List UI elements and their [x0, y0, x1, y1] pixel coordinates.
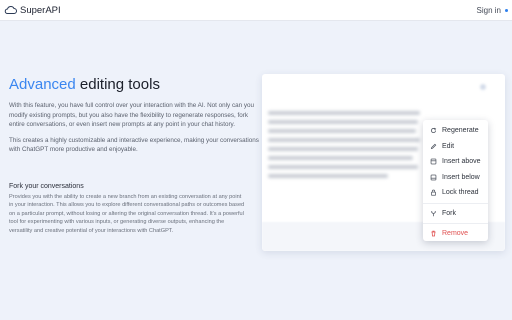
- cloud-logo-icon: [4, 6, 17, 14]
- signin-label: Sign in: [476, 5, 501, 15]
- blurred-text-line: [268, 174, 388, 178]
- blurred-text-line: [268, 156, 413, 160]
- page-title: Advanced editing tools: [9, 76, 259, 93]
- menu-item-fork[interactable]: Fork: [423, 206, 488, 222]
- fork-icon: [429, 209, 437, 217]
- signin-link[interactable]: Sign in: [477, 6, 508, 15]
- blurred-text-line: [268, 120, 418, 124]
- menu-item-label: Insert below: [442, 173, 480, 181]
- pencil-icon: [429, 142, 437, 150]
- menu-divider: [423, 223, 488, 224]
- fork-heading: Fork your conversations: [9, 183, 84, 190]
- menu-item-remove[interactable]: Remove: [423, 226, 488, 242]
- blurred-text-line: [268, 165, 418, 169]
- menu-item-insert-above[interactable]: Insert above: [423, 154, 488, 170]
- second-paragraph: This creates a highly customizable and i…: [9, 136, 259, 154]
- card-indicator: [480, 84, 486, 90]
- blurred-text-line: [268, 111, 420, 115]
- lock-icon: [429, 189, 437, 197]
- fork-paragraph: Provides you with the ability to create …: [9, 194, 245, 234]
- brand[interactable]: SuperAPI: [4, 5, 61, 16]
- menu-item-lock-thread[interactable]: Lock thread: [423, 185, 488, 201]
- menu-item-label: Regenerate: [442, 127, 479, 135]
- page-title-accent: Advanced: [9, 76, 76, 93]
- blurred-text-line: [268, 129, 416, 133]
- message-context-menu: Regenerate Edit Insert above Insert belo…: [423, 120, 488, 241]
- menu-item-edit[interactable]: Edit: [423, 139, 488, 155]
- menu-item-label: Lock thread: [442, 189, 479, 197]
- top-navbar: SuperAPI Sign in: [0, 0, 512, 21]
- menu-item-label: Insert above: [442, 158, 481, 166]
- insert-below-icon: [429, 173, 437, 181]
- status-dot: [505, 8, 508, 12]
- menu-item-label: Remove: [442, 230, 469, 238]
- page-title-rest: editing tools: [75, 76, 160, 93]
- blurred-text-line: [268, 138, 420, 142]
- menu-item-label: Edit: [442, 142, 455, 150]
- feature-section: Advanced editing tools With this feature…: [9, 76, 259, 155]
- menu-item-insert-below[interactable]: Insert below: [423, 170, 488, 186]
- trash-icon: [429, 230, 437, 238]
- intro-paragraph: With this feature, you have full control…: [9, 102, 255, 129]
- menu-item-label: Fork: [442, 209, 456, 217]
- menu-divider: [423, 202, 488, 204]
- blurred-text-line: [268, 147, 418, 151]
- menu-item-regenerate[interactable]: Regenerate: [423, 123, 488, 139]
- refresh-icon: [429, 127, 437, 135]
- brand-name: SuperAPI: [20, 4, 61, 16]
- insert-above-icon: [429, 158, 437, 166]
